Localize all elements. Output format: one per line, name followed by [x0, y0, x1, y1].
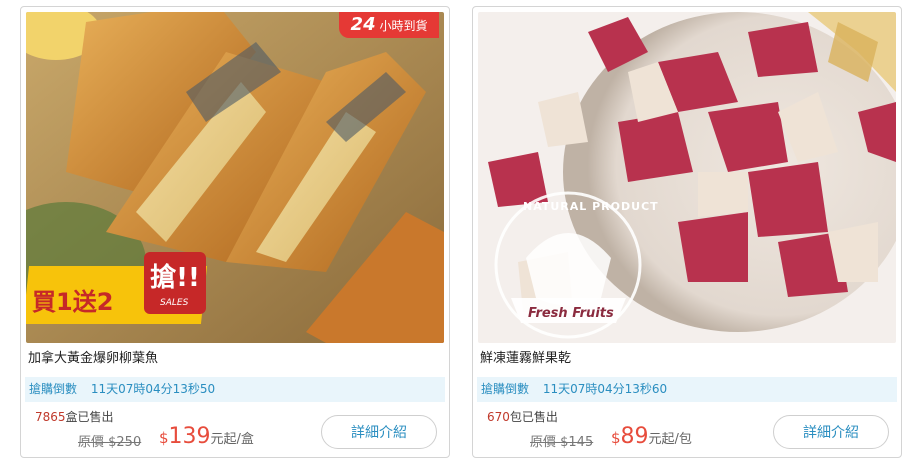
product-title[interactable]: 加拿大黃金爆卵柳葉魚 [28, 347, 158, 366]
sale-price: $89元起/包 [611, 424, 692, 449]
countdown-value: 11天07時04分13秒50 [90, 382, 216, 396]
product-title[interactable]: 鮮凍蓮霧鮮果乾 [480, 347, 571, 366]
logo-top-text: NATURAL PRODUCT [523, 200, 659, 213]
promo-text: 買1送2 [32, 288, 114, 316]
sold-info: 670包已售出 [487, 408, 558, 425]
sold-suffix: 包已售出 [509, 410, 558, 424]
sold-count: 7865 [35, 410, 66, 424]
price-currency: $ [159, 429, 169, 447]
tag-24-text: 小時到貨 [379, 19, 428, 33]
countdown-value: 11天07時04分13秒60 [542, 382, 668, 396]
product-image-wax-apple-chips[interactable]: NATURAL PRODUCT Fresh Fruits [478, 12, 896, 343]
24-hour-delivery-tag: 24 小時到貨 [339, 12, 439, 38]
original-price: 原價 $145 [530, 435, 594, 450]
detail-button[interactable]: 詳細介紹 [773, 415, 889, 449]
tag-24-number: 24 [350, 14, 376, 35]
detail-button[interactable]: 詳細介紹 [321, 415, 437, 449]
product-card[interactable]: 24 小時到貨 買1送2 搶!! SALES 加拿大黃金爆卵柳葉魚 搶購倒數 1… [20, 6, 450, 458]
promo-sales-text: SALES [160, 298, 189, 308]
sold-count: 670 [487, 410, 510, 424]
countdown-bar: 搶購倒數 11天07時04分13秒50 [25, 377, 445, 402]
countdown-label: 搶購倒數 [481, 382, 530, 396]
price-currency: $ [611, 429, 621, 447]
buy1-get2-badge: 買1送2 搶!! SALES [26, 252, 216, 332]
product-card[interactable]: NATURAL PRODUCT Fresh Fruits 鮮凍蓮霧鮮果乾 搶購倒… [472, 6, 902, 458]
original-price: 原價 $250 [78, 435, 142, 450]
price-value: 89 [620, 424, 649, 449]
countdown-label: 搶購倒數 [29, 382, 78, 396]
sale-price: $139元起/盒 [159, 424, 254, 449]
product-image-fried-fish[interactable]: 24 小時到貨 買1送2 搶!! SALES [26, 12, 444, 343]
price-value: 139 [168, 424, 211, 449]
sold-suffix: 盒已售出 [65, 410, 114, 424]
countdown-bar: 搶購倒數 11天07時04分13秒60 [477, 377, 897, 402]
logo-bottom-text: Fresh Fruits [528, 306, 614, 321]
price-unit: 元起/包 [648, 432, 692, 447]
sold-info: 7865盒已售出 [35, 408, 114, 425]
price-unit: 元起/盒 [210, 432, 254, 447]
